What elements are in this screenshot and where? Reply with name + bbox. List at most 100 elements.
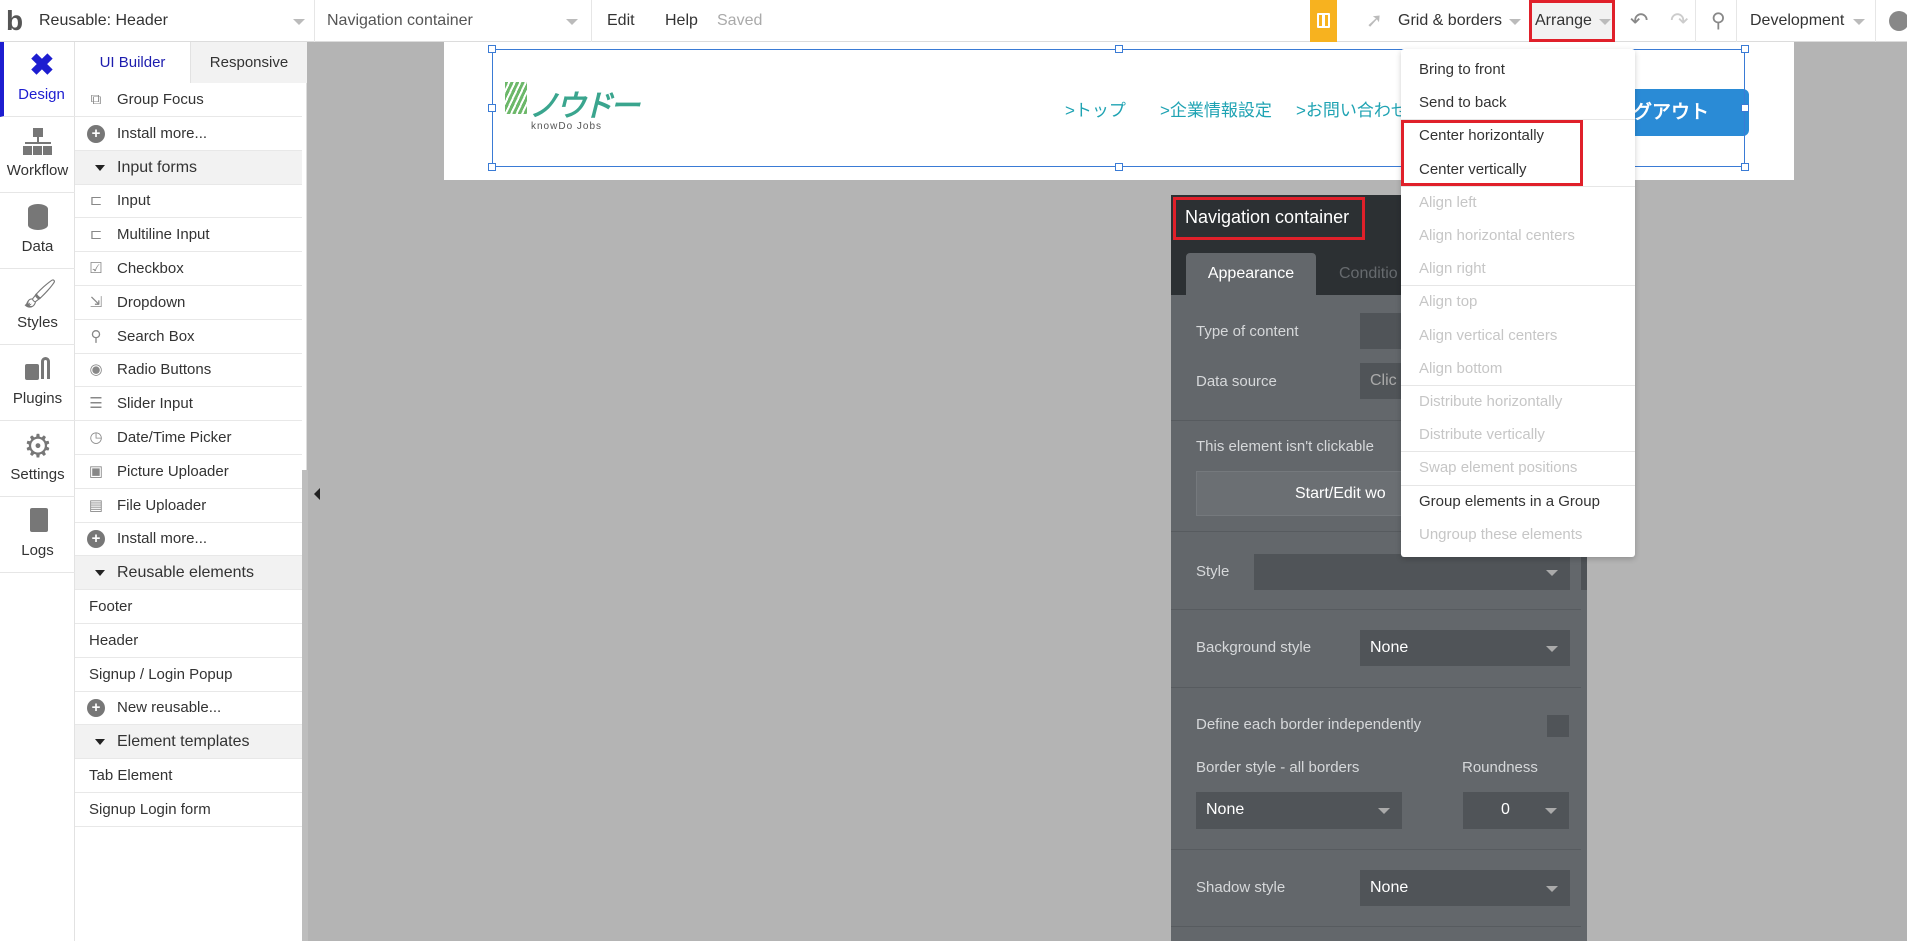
- multiline-input-icon: ⊏: [89, 226, 103, 244]
- grid-borders-menu[interactable]: Grid & borders: [1398, 0, 1502, 42]
- list-item[interactable]: + Install more...: [75, 117, 302, 151]
- menu-divider: [1401, 285, 1635, 287]
- define-border-checkbox[interactable]: [1547, 715, 1569, 737]
- top-bar: b Reusable: Header Navigation container …: [0, 0, 1907, 42]
- bubble-logo[interactable]: b: [6, 0, 23, 42]
- list-item[interactable]: ⇲ Dropdown: [75, 286, 302, 320]
- resize-handle[interactable]: [488, 45, 496, 53]
- list-item-label: File Uploader: [117, 496, 207, 514]
- roundness-select[interactable]: 0: [1463, 792, 1569, 829]
- clock-icon: ◷: [89, 429, 103, 446]
- list-item[interactable]: ◷ Date/Time Picker: [75, 421, 302, 455]
- nav-logs[interactable]: Logs: [0, 498, 75, 573]
- background-style-select[interactable]: None: [1360, 630, 1570, 666]
- environment-select[interactable]: Development: [1750, 0, 1844, 42]
- cursor-icon[interactable]: ➚: [1366, 0, 1383, 42]
- resize-handle[interactable]: [488, 163, 496, 171]
- list-item[interactable]: + New reusable...: [75, 691, 302, 726]
- list-item-label: Radio Buttons: [117, 361, 212, 379]
- nav-settings[interactable]: ⚙ Settings: [0, 422, 75, 497]
- search-icon: ⚲: [90, 327, 102, 345]
- list-item-label: Multiline Input: [117, 226, 210, 244]
- highlight-box: [1529, 0, 1615, 42]
- chevron-down-icon[interactable]: [1509, 19, 1521, 25]
- list-item[interactable]: ☑ Checkbox: [75, 252, 302, 286]
- menu-item[interactable]: Bring to front: [1401, 53, 1635, 86]
- nav-design[interactable]: ✖ Design: [0, 42, 75, 117]
- chevron-down-icon: [1546, 886, 1558, 892]
- caret-down-icon: [95, 164, 105, 171]
- panel-scrollbar[interactable]: [302, 470, 308, 941]
- chevron-down-icon[interactable]: [293, 19, 305, 25]
- page-select[interactable]: Reusable: Header: [39, 0, 168, 42]
- menu-item: Align bottom: [1419, 359, 1503, 377]
- list-item[interactable]: ⚲ Search Box: [75, 320, 302, 354]
- list-item[interactable]: Tab Element: [75, 759, 302, 793]
- avatar-icon[interactable]: [1889, 11, 1907, 31]
- list-item-label: Header: [89, 631, 139, 649]
- element-select[interactable]: Navigation container: [327, 0, 473, 42]
- undo-icon[interactable]: ↶: [1630, 0, 1648, 42]
- menu-item[interactable]: Send to back: [1401, 86, 1635, 119]
- nav-plugins[interactable]: Plugins: [0, 346, 75, 421]
- list-item-label: Input: [117, 192, 151, 210]
- list-item[interactable]: ⊏ Multiline Input: [75, 218, 302, 253]
- resize-handle[interactable]: [1115, 45, 1123, 53]
- nav-data[interactable]: Data: [0, 194, 75, 269]
- section-header[interactable]: Element templates: [75, 725, 302, 760]
- resize-handle[interactable]: [1741, 45, 1749, 53]
- list-item-label: Element templates: [117, 733, 250, 751]
- nav-label: Logs: [21, 542, 54, 559]
- menu-item: Swap element positions: [1419, 459, 1578, 477]
- list-item[interactable]: ▤ File Uploader: [75, 489, 302, 523]
- tab-conditional[interactable]: Conditio: [1339, 253, 1398, 295]
- checkbox-icon: ☑: [89, 260, 103, 277]
- list-item[interactable]: ⧉ Group Focus: [75, 83, 302, 117]
- resize-handle[interactable]: [1115, 163, 1123, 171]
- nav-workflow[interactable]: Workflow: [0, 118, 75, 193]
- menu-item: Align left: [1419, 193, 1477, 211]
- nav-label: Settings: [10, 466, 65, 483]
- list-item[interactable]: + Install more...: [75, 522, 302, 557]
- menu-item: Distribute horizontally: [1419, 393, 1563, 410]
- shadow-style-select[interactable]: None: [1360, 870, 1570, 906]
- help-menu[interactable]: Help: [665, 0, 698, 42]
- resize-handle[interactable]: [1741, 163, 1749, 171]
- plus-circle-icon: +: [87, 124, 105, 143]
- chevron-down-icon[interactable]: [566, 19, 578, 25]
- not-clickable-label: This element isn't clickable: [1196, 438, 1374, 455]
- search-icon[interactable]: ⚲: [1711, 0, 1726, 42]
- list-item[interactable]: ☰ Slider Input: [75, 387, 302, 422]
- chevron-down-icon[interactable]: [1853, 19, 1865, 25]
- menu-item: Align vertical centers: [1419, 326, 1558, 344]
- section-header[interactable]: Input forms: [75, 150, 302, 185]
- gift-icon[interactable]: [1310, 0, 1337, 42]
- nav-styles[interactable]: 🖌 Styles: [0, 270, 75, 345]
- tab-ui-builder[interactable]: UI Builder: [75, 42, 190, 83]
- style-select[interactable]: [1254, 554, 1570, 590]
- list-item[interactable]: Signup / Login Popup: [75, 658, 302, 692]
- list-item[interactable]: ◉ Radio Buttons: [75, 353, 302, 388]
- left-nav: ✖ Design Workflow Data 🖌 Styles Plugins …: [0, 42, 75, 941]
- list-item[interactable]: ▣ Picture Uploader: [75, 455, 302, 489]
- resize-handle[interactable]: [1741, 104, 1749, 112]
- redo-icon[interactable]: ↷: [1670, 0, 1688, 42]
- edit-menu[interactable]: Edit: [607, 0, 635, 42]
- list-item[interactable]: ⊏ Input: [75, 184, 302, 219]
- collapse-panel-icon[interactable]: [314, 488, 320, 500]
- menu-item[interactable]: Group elements in a Group: [1401, 485, 1635, 518]
- section-header[interactable]: Reusable elements: [75, 556, 302, 591]
- tab-responsive[interactable]: Responsive: [190, 42, 307, 83]
- gear-icon: ⚙: [23, 428, 53, 464]
- border-style-select[interactable]: None: [1196, 792, 1402, 829]
- plug-icon: [22, 354, 54, 386]
- list-item[interactable]: Footer: [75, 590, 302, 624]
- list-item-label: Install more...: [117, 530, 208, 548]
- tab-appearance[interactable]: Appearance: [1186, 253, 1316, 295]
- menu-item: Distribute vertically: [1419, 426, 1545, 444]
- list-item[interactable]: Signup Login form: [75, 793, 302, 827]
- resize-handle[interactable]: [488, 104, 496, 112]
- list-item[interactable]: Header: [75, 624, 302, 658]
- menu-divider: [1401, 484, 1635, 486]
- list-item-label: Picture Uploader: [117, 462, 229, 480]
